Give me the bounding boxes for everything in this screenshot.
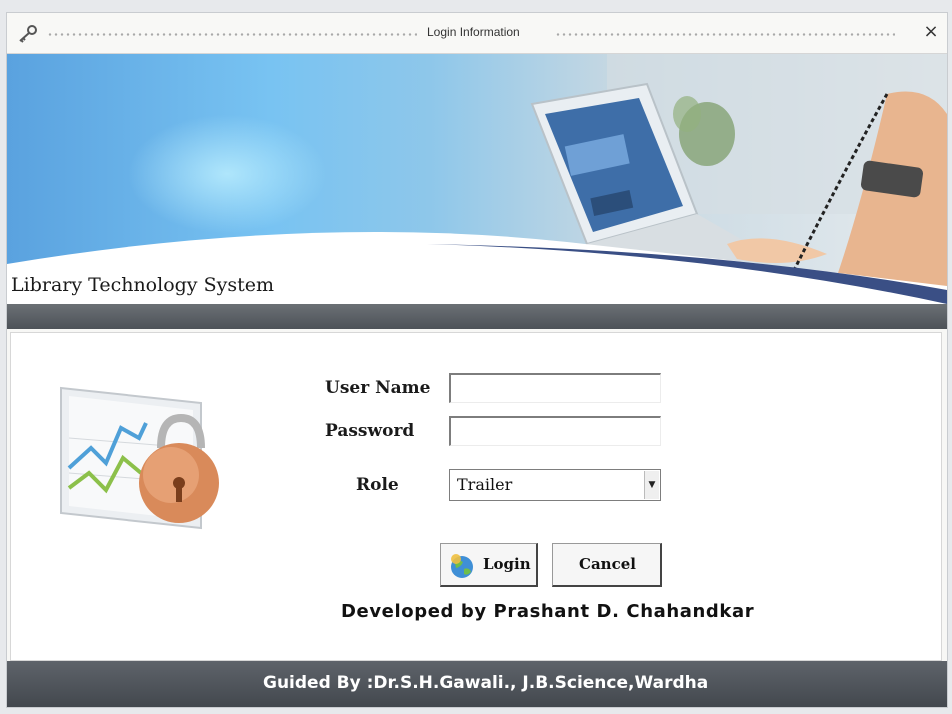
chevron-down-icon[interactable]: ▼ [644,471,659,499]
role-selected-value: Trailer [457,475,513,494]
app-title: Library Technology System [11,274,274,296]
login-button-label: Login [483,555,531,573]
close-button[interactable]: × [921,21,941,42]
window-title: Login Information [427,25,520,39]
login-panel: User Name Password Role Trailer ▼ Login … [10,332,942,661]
banner-photo [7,54,947,304]
globe-icon [451,554,473,578]
header-divider [7,304,947,329]
developer-credit: Developed by Prashant D. Chahandkar [341,601,755,622]
password-field[interactable] [449,416,661,446]
title-dots-right [555,33,895,36]
guided-by-text: Guided By :Dr.S.H.Gawali., J.B.Science,W… [263,673,709,693]
login-window: Login Information × Library Technology S… [6,12,948,708]
key-icon [19,25,37,43]
header-banner: Library Technology System [7,54,947,304]
password-label: Password [325,421,415,441]
role-select[interactable]: Trailer ▼ [449,469,661,501]
cancel-button[interactable]: Cancel [552,543,662,587]
cancel-button-label: Cancel [579,555,636,573]
title-bar[interactable]: Login Information × [7,13,947,54]
username-field[interactable] [449,373,661,403]
username-label: User Name [325,378,431,398]
lock-chart-icon [60,386,219,530]
role-label: Role [356,475,399,495]
login-button[interactable]: Login [440,543,538,587]
title-dots-left [47,33,417,36]
footer-bar: Guided By :Dr.S.H.Gawali., J.B.Science,W… [7,661,947,707]
